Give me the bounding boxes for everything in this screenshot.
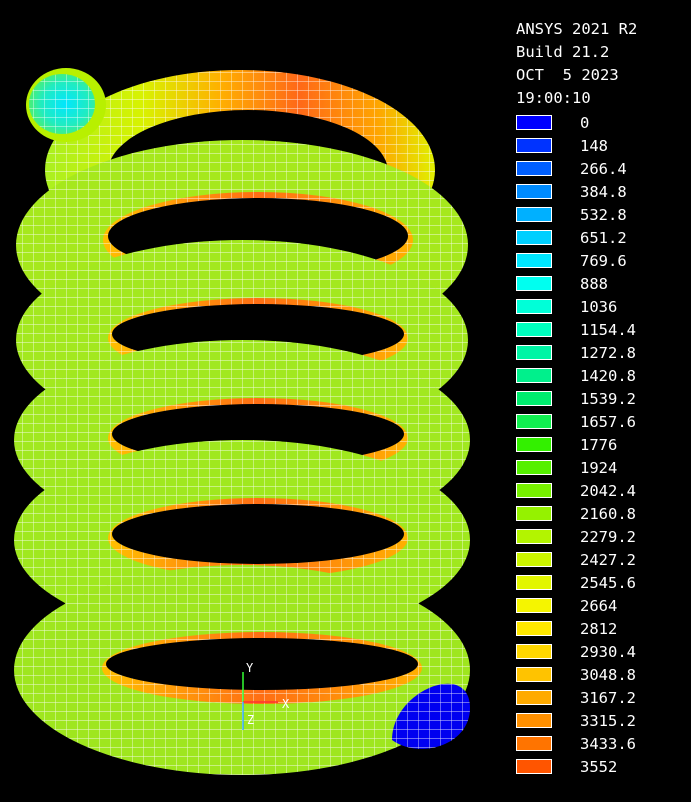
legend-value: 2427.2 — [580, 551, 636, 569]
legend-swatch — [516, 552, 552, 567]
legend-swatch — [516, 368, 552, 383]
legend-swatch — [516, 391, 552, 406]
legend-value: 1657.6 — [580, 413, 636, 431]
graphics-viewport[interactable]: Y X Z ANSYS 2021 R2 Build 21.2 OCT 5 2023 1… — [0, 0, 691, 802]
legend-swatch — [516, 230, 552, 245]
legend-value: 1776 — [580, 436, 618, 454]
legend-value: 3433.6 — [580, 735, 636, 753]
header-info: ANSYS 2021 R2 Build 21.2 OCT 5 2023 19:00:1… — [516, 18, 637, 110]
legend-swatch — [516, 529, 552, 544]
legend-value: 3048.8 — [580, 666, 636, 684]
product-name: ANSYS 2021 R2 — [516, 20, 638, 38]
legend-swatch — [516, 460, 552, 475]
legend-value: 384.8 — [580, 183, 627, 201]
legend-swatch — [516, 253, 552, 268]
triad-y-label: Y — [246, 661, 254, 675]
legend-swatch — [516, 161, 552, 176]
legend-swatch — [516, 299, 552, 314]
legend-value: 1539.2 — [580, 390, 636, 408]
legend-value: 2664 — [580, 597, 618, 615]
legend-swatch — [516, 598, 552, 613]
triad-x-label: X — [282, 697, 290, 711]
legend-swatch — [516, 713, 552, 728]
legend-value: 266.4 — [580, 160, 627, 178]
legend-value: 3315.2 — [580, 712, 636, 730]
triad-z-label: Z — [247, 713, 254, 727]
legend-value: 2042.4 — [580, 482, 636, 500]
legend-value: 2545.6 — [580, 574, 636, 592]
legend-swatch — [516, 138, 552, 153]
legend-value: 1924 — [580, 459, 618, 477]
legend-swatch — [516, 437, 552, 452]
legend-swatch — [516, 322, 552, 337]
legend-value: 3552 — [580, 758, 618, 776]
legend-swatch — [516, 276, 552, 291]
legend-swatch — [516, 759, 552, 774]
legend-swatch — [516, 184, 552, 199]
legend-swatch — [516, 644, 552, 659]
legend-swatch — [516, 621, 552, 636]
legend-value: 651.2 — [580, 229, 627, 247]
legend-value: 0 — [580, 114, 590, 132]
legend-value: 1154.4 — [580, 321, 636, 339]
legend-value: 769.6 — [580, 252, 627, 270]
plot-time: 19:00:10 — [516, 89, 591, 107]
legend-value: 1420.8 — [580, 367, 636, 385]
legend-value: 2279.2 — [580, 528, 636, 546]
legend-value: 2812 — [580, 620, 618, 638]
legend-swatch — [516, 207, 552, 222]
legend-value: 3167.2 — [580, 689, 636, 707]
legend-value: 1036 — [580, 298, 618, 316]
legend-value: 888 — [580, 275, 608, 293]
legend-swatch — [516, 667, 552, 682]
legend-swatch — [516, 736, 552, 751]
legend-swatch — [516, 483, 552, 498]
legend-swatch — [516, 345, 552, 360]
legend-value: 2160.8 — [580, 505, 636, 523]
plot-date: OCT 5 2023 — [516, 66, 619, 84]
legend-swatch — [516, 414, 552, 429]
legend-swatch — [516, 115, 552, 130]
legend-swatch — [516, 690, 552, 705]
spring-contour-plot[interactable]: Y X Z — [0, 0, 500, 802]
top-end-section — [26, 68, 106, 142]
legend-swatch — [516, 575, 552, 590]
build-number: Build 21.2 — [516, 43, 610, 61]
legend-swatch — [516, 506, 552, 521]
legend-value: 532.8 — [580, 206, 627, 224]
legend-value: 1272.8 — [580, 344, 636, 362]
legend-value: 2930.4 — [580, 643, 636, 661]
legend-value: 148 — [580, 137, 608, 155]
